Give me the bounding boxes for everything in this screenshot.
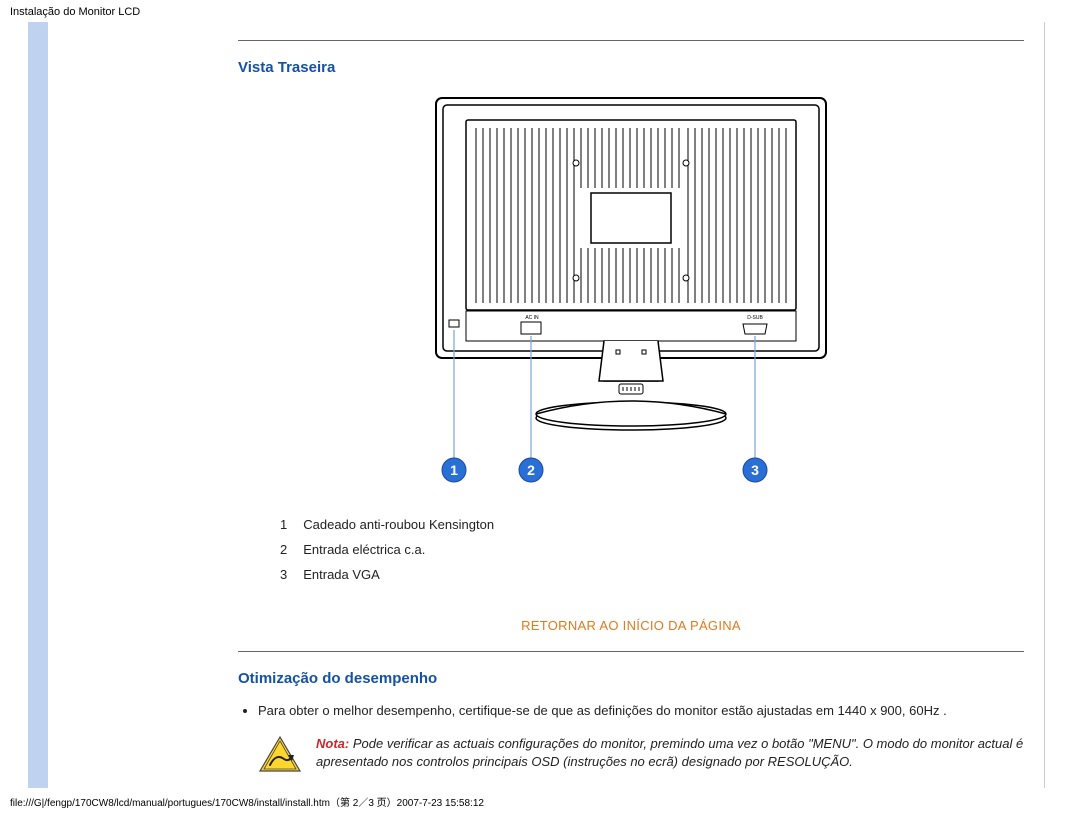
- legend-num: 1: [280, 513, 301, 536]
- footer-file-path: file:///G|/fengp/170CW8/lcd/manual/portu…: [0, 788, 1080, 819]
- callout-3: 3: [751, 462, 759, 478]
- list-item: Para obter o melhor desempenho, certifiq…: [258, 701, 1024, 721]
- legend-num: 2: [280, 538, 301, 561]
- callout-2: 2: [527, 462, 535, 478]
- ac-in-label: AC IN: [525, 315, 539, 321]
- dsub-label: D-SUB: [747, 315, 763, 321]
- divider: [238, 651, 1024, 652]
- return-to-top-link[interactable]: RETORNAR AO INÍCIO DA PÁGINA: [521, 618, 741, 633]
- note-label: Nota:: [316, 736, 349, 751]
- page-title: Instalação do Monitor LCD: [0, 0, 1080, 22]
- port-legend-table: 1 Cadeado anti-roubou Kensington 2 Entra…: [278, 511, 510, 588]
- return-link-wrap: RETORNAR AO INÍCIO DA PÁGINA: [238, 618, 1024, 633]
- note-block: Nota: Pode verificar as actuais configur…: [258, 735, 1024, 778]
- left-accent-stripe: [28, 22, 48, 788]
- note-text: Nota: Pode verificar as actuais configur…: [316, 735, 1024, 773]
- performance-list: Para obter o melhor desempenho, certifiq…: [258, 701, 1024, 721]
- legend-label: Cadeado anti-roubou Kensington: [303, 513, 508, 536]
- rear-view-figure: AC IN D-SUB 1: [238, 88, 1024, 491]
- performance-heading: Otimização do desempenho: [238, 670, 1024, 687]
- table-row: 2 Entrada eléctrica c.a.: [280, 538, 508, 561]
- note-body: Pode verificar as actuais configurações …: [316, 736, 1023, 770]
- monitor-rear-diagram: AC IN D-SUB 1: [421, 88, 841, 488]
- warning-icon: [258, 735, 302, 778]
- table-row: 1 Cadeado anti-roubou Kensington: [280, 513, 508, 536]
- content-frame: Vista Traseira: [0, 22, 1080, 788]
- legend-num: 3: [280, 563, 301, 586]
- table-row: 3 Entrada VGA: [280, 563, 508, 586]
- callout-1: 1: [450, 462, 458, 478]
- rear-view-heading: Vista Traseira: [238, 59, 1024, 76]
- divider: [238, 40, 1024, 41]
- right-margin-stripe: [1044, 22, 1080, 788]
- main-content: Vista Traseira: [48, 22, 1044, 788]
- legend-label: Entrada VGA: [303, 563, 508, 586]
- legend-label: Entrada eléctrica c.a.: [303, 538, 508, 561]
